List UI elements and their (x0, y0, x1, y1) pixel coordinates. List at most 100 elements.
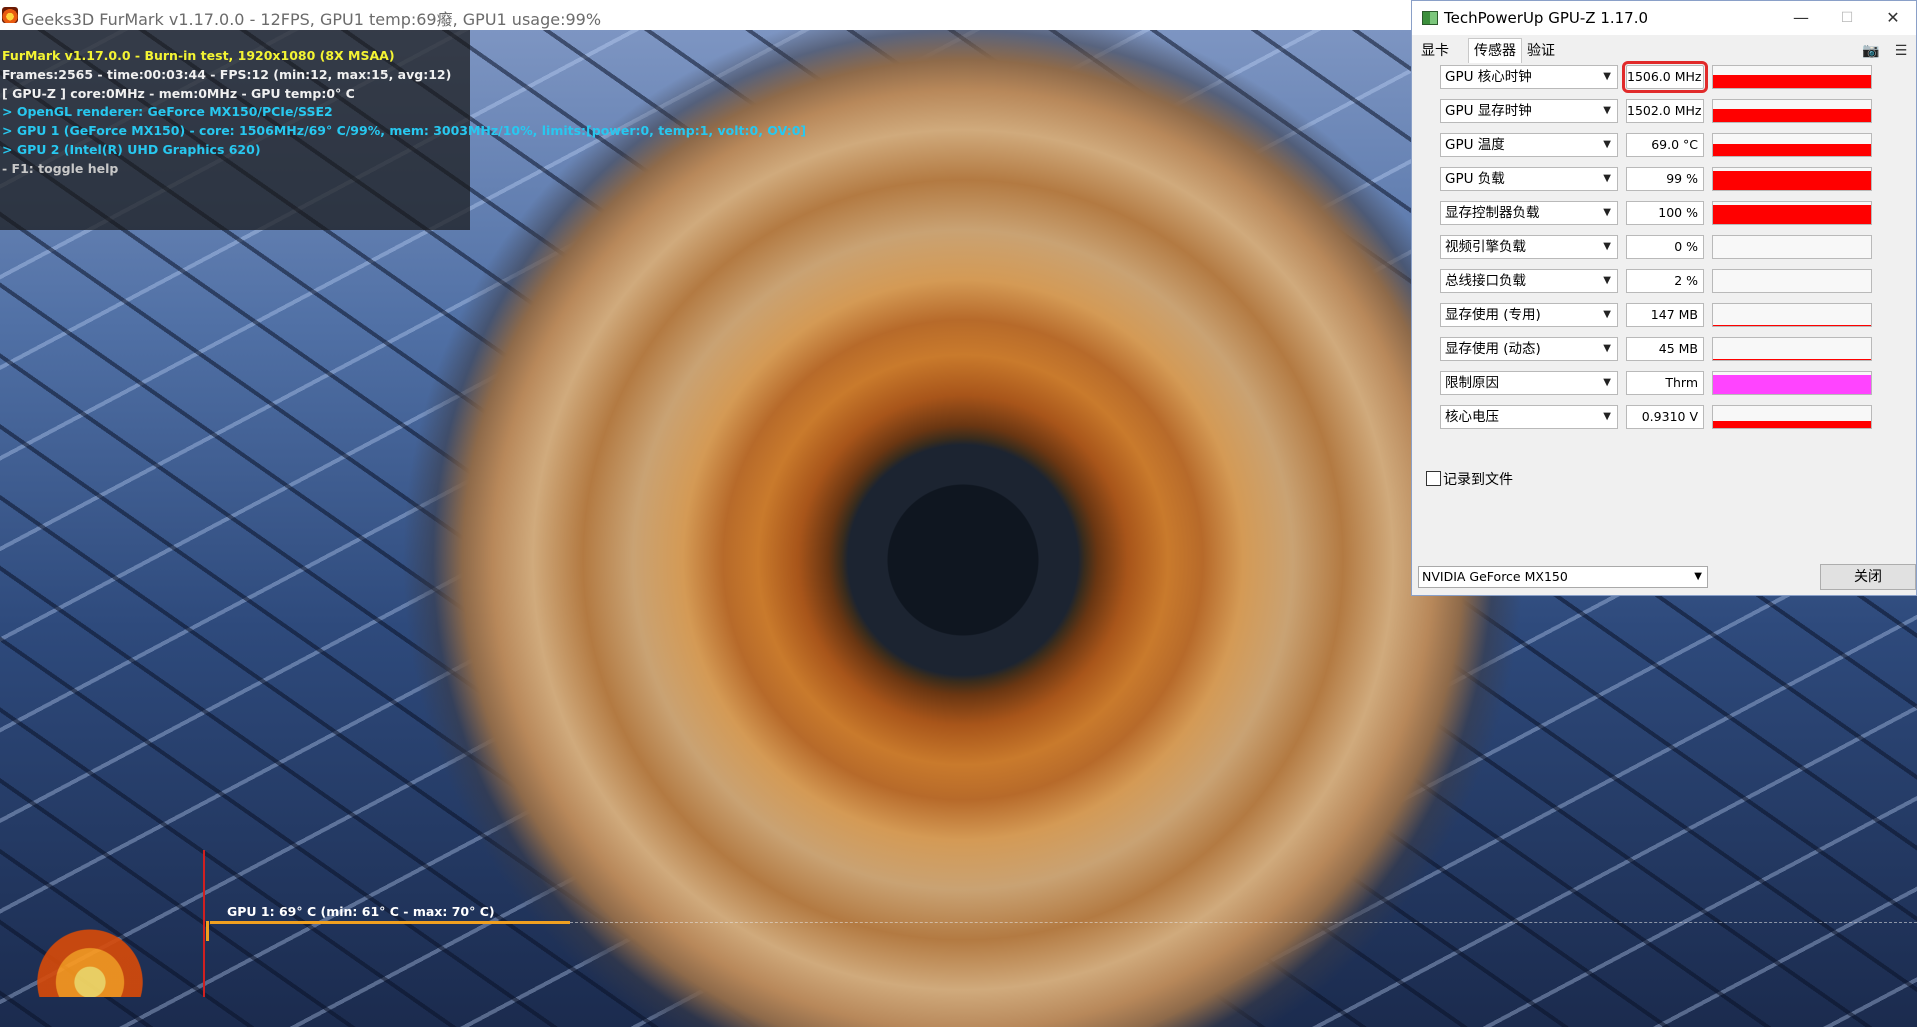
sensor-name-select[interactable]: 核心电压 ▼ (1440, 405, 1618, 429)
sensor-graph (1712, 371, 1872, 395)
furmark-flame-logo (30, 923, 150, 997)
temp-graph-label: GPU 1: 69° C (min: 61° C - max: 70° C) (227, 904, 495, 919)
sensor-name-label: 限制原因 (1445, 375, 1499, 391)
sensor-name-select[interactable]: 限制原因 ▼ (1440, 371, 1618, 395)
sensor-row: 显存使用 (专用) ▼ 147 MB (1428, 303, 1898, 329)
sensor-row: 核心电压 ▼ 0.9310 V (1428, 405, 1898, 431)
gpuz-titlebar[interactable]: TechPowerUp GPU-Z 1.17.0 — ☐ ✕ (1412, 1, 1916, 35)
hud-line-gpuz: [ GPU-Z ] core:0MHz - mem:0MHz - GPU tem… (2, 85, 355, 101)
sensor-graph (1712, 269, 1872, 293)
gpuz-app-icon (1422, 11, 1438, 25)
minimize-button[interactable]: — (1778, 1, 1824, 35)
tab-graphics-card[interactable]: 显卡 (1416, 41, 1454, 63)
gpuz-window: TechPowerUp GPU-Z 1.17.0 — ☐ ✕ 显卡 传感器 验证… (1411, 0, 1917, 596)
temp-graph-rise (206, 921, 209, 941)
furmark-window-title: Geeks3D FurMark v1.17.0.0 - 12FPS, GPU1 … (22, 10, 602, 29)
dropdown-arrow-icon: ▼ (1603, 173, 1611, 184)
sensor-value: 99 % (1626, 167, 1704, 191)
sensor-graph-fill (1713, 108, 1871, 122)
sensor-value: 0.9310 V (1626, 405, 1704, 429)
dropdown-arrow-icon: ▼ (1603, 343, 1611, 354)
sensor-value: 1502.0 MHz (1626, 99, 1704, 123)
tab-sensors[interactable]: 传感器 (1468, 38, 1522, 64)
sensor-graph (1712, 167, 1872, 191)
sensor-name-select[interactable]: 显存使用 (专用) ▼ (1440, 303, 1618, 327)
hud-line-frames: Frames:2565 - time:00:03:44 - FPS:12 (mi… (2, 66, 452, 82)
sensor-row: GPU 核心时钟 ▼ 1506.0 MHz (1428, 61, 1898, 93)
sensor-graph-fill (1713, 205, 1871, 224)
close-window-button[interactable]: ✕ (1870, 1, 1916, 35)
sensor-graph (1712, 303, 1872, 327)
sensor-name-label: GPU 核心时钟 (1445, 69, 1532, 85)
sensor-name-label: 显存使用 (动态) (1445, 341, 1541, 357)
sensor-name-select[interactable]: 视频引擎负载 ▼ (1440, 235, 1618, 259)
furmark-app-icon (2, 7, 18, 23)
sensor-value: 69.0 °C (1626, 133, 1704, 157)
dropdown-arrow-icon: ▼ (1603, 309, 1611, 320)
dropdown-arrow-icon: ▼ (1603, 105, 1611, 116)
sensor-graph-fill (1713, 324, 1871, 326)
log-to-file-checkbox[interactable]: 记录到文件 (1426, 469, 1513, 489)
sensor-graph-fill (1713, 421, 1871, 428)
hud-line-title: FurMark v1.17.0.0 - Burn-in test, 1920x1… (2, 48, 395, 63)
device-select[interactable]: NVIDIA GeForce MX150 ▼ (1418, 566, 1708, 588)
sensor-graph-fill (1713, 358, 1871, 360)
log-to-file-label: 记录到文件 (1443, 472, 1513, 488)
checkbox-box[interactable] (1426, 471, 1441, 486)
sensor-value: 100 % (1626, 201, 1704, 225)
sensor-row: GPU 负载 ▼ 99 % (1428, 167, 1898, 193)
sensor-value: 45 MB (1626, 337, 1704, 361)
sensor-value: 2 % (1626, 269, 1704, 293)
gpuz-tab-bar: 显卡 传感器 验证 📷 ☰ (1412, 35, 1916, 64)
sensor-name-label: GPU 负载 (1445, 171, 1505, 187)
tab-validation[interactable]: 验证 (1522, 41, 1560, 63)
sensor-graph-fill (1713, 74, 1871, 88)
sensor-name-select[interactable]: GPU 显存时钟 ▼ (1440, 99, 1618, 123)
sensor-row: 视频引擎负载 ▼ 0 % (1428, 235, 1898, 261)
maximize-button[interactable]: ☐ (1824, 1, 1870, 35)
sensor-name-label: 显存控制器负载 (1445, 205, 1540, 221)
hud-line-help: - F1: toggle help (2, 160, 119, 176)
gpuz-window-title: TechPowerUp GPU-Z 1.17.0 (1444, 9, 1649, 27)
sensor-row: 总线接口负载 ▼ 2 % (1428, 269, 1898, 295)
sensor-row: GPU 温度 ▼ 69.0 °C (1428, 133, 1898, 159)
device-select-value: NVIDIA GeForce MX150 (1422, 569, 1568, 584)
sensor-name-select[interactable]: 显存控制器负载 ▼ (1440, 201, 1618, 225)
sensor-graph (1712, 235, 1872, 259)
dropdown-arrow-icon: ▼ (1603, 275, 1611, 286)
temp-graph-cursor-line (203, 850, 205, 997)
sensor-value: 1506.0 MHz (1622, 61, 1708, 93)
sensor-row: 显存控制器负载 ▼ 100 % (1428, 201, 1898, 227)
dropdown-arrow-icon: ▼ (1603, 411, 1611, 422)
sensor-name-select[interactable]: 总线接口负载 ▼ (1440, 269, 1618, 293)
sensor-name-label: GPU 显存时钟 (1445, 103, 1532, 119)
sensor-value: 147 MB (1626, 303, 1704, 327)
sensor-graph-fill (1713, 171, 1871, 190)
sensor-graph (1712, 133, 1872, 157)
menu-icon[interactable]: ☰ (1892, 43, 1910, 59)
sensor-graph (1712, 201, 1872, 225)
sensor-row: 限制原因 ▼ Thrm (1428, 371, 1898, 397)
dropdown-arrow-icon: ▼ (1603, 207, 1611, 218)
sensor-name-select[interactable]: GPU 负载 ▼ (1440, 167, 1618, 191)
hud-line-renderer: > OpenGL renderer: GeForce MX150/PCIe/SS… (2, 104, 333, 120)
dropdown-arrow-icon: ▼ (1603, 71, 1611, 82)
camera-icon[interactable]: 📷 (1862, 43, 1880, 59)
close-button[interactable]: 关闭 (1820, 564, 1916, 590)
sensor-name-label: 总线接口负载 (1445, 273, 1526, 289)
temp-graph-dashed-line (570, 922, 1917, 923)
sensor-name-label: GPU 温度 (1445, 137, 1505, 153)
sensor-graph (1712, 337, 1872, 361)
dropdown-arrow-icon: ▼ (1603, 377, 1611, 388)
hud-line-gpu1: > GPU 1 (GeForce MX150) - core: 1506MHz/… (2, 123, 807, 139)
sensor-name-select[interactable]: GPU 温度 ▼ (1440, 133, 1618, 157)
chevron-down-icon: ▼ (1694, 571, 1702, 582)
sensor-name-label: 核心电压 (1445, 409, 1499, 425)
sensor-name-select[interactable]: GPU 核心时钟 ▼ (1440, 65, 1618, 89)
sensor-value: 0 % (1626, 235, 1704, 259)
sensor-name-label: 视频引擎负载 (1445, 239, 1526, 255)
sensor-name-select[interactable]: 显存使用 (动态) ▼ (1440, 337, 1618, 361)
sensor-value: Thrm (1626, 371, 1704, 395)
sensor-graph-fill (1713, 375, 1871, 394)
furmark-hud-overlay: FurMark v1.17.0.0 - Burn-in test, 1920x1… (2, 47, 806, 179)
